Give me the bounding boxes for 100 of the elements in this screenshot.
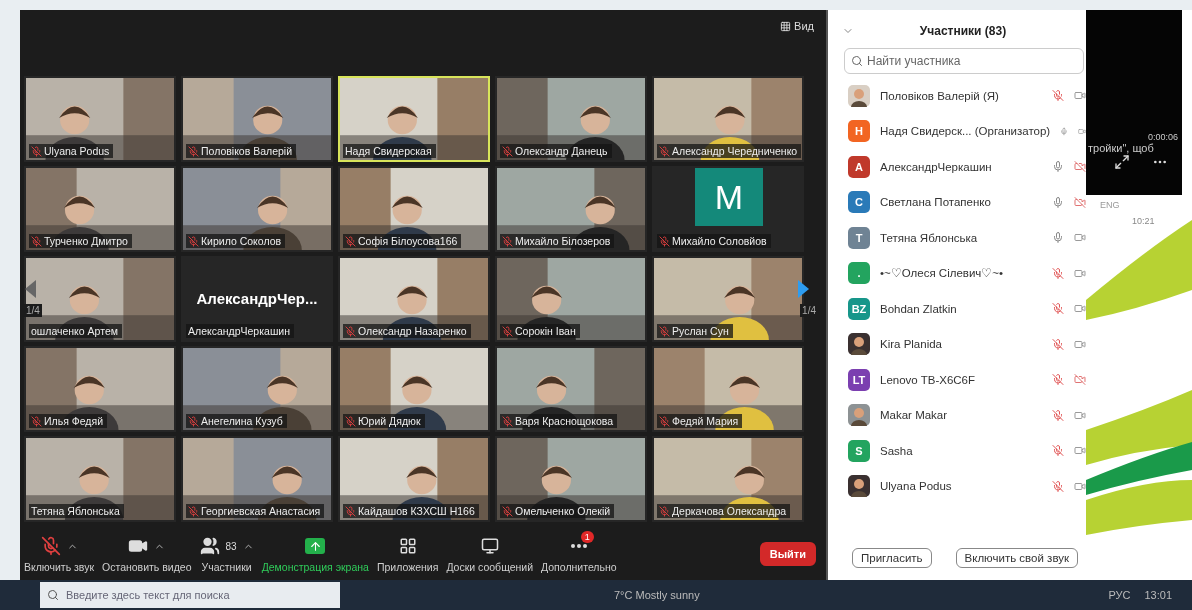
panel-title: Участники (83) — [918, 24, 1008, 38]
mic-off-icon — [659, 145, 670, 157]
avatar: C — [848, 191, 870, 214]
mic-off-icon — [502, 505, 513, 517]
mic-off-icon[interactable] — [1052, 266, 1065, 280]
participant-name: Makar Makar — [880, 409, 949, 422]
name-label: Тетяна Яблонська — [29, 504, 124, 518]
panel-button[interactable]: Пригласить — [852, 548, 932, 568]
toolbar-button[interactable]: 83 Участники — [195, 535, 258, 573]
mic-off-icon — [345, 505, 356, 517]
mic-off-icon — [31, 145, 42, 157]
page-indicator: 1/4 — [800, 304, 818, 317]
name-label: Ulyana Podus — [29, 144, 114, 158]
name-label: АлександрЧеркашин — [186, 324, 294, 338]
mic-icon[interactable] — [1052, 160, 1065, 174]
search-icon — [851, 55, 863, 67]
name-label: Турченко Дмитро — [29, 234, 132, 248]
mic-off-icon[interactable] — [1052, 302, 1065, 316]
toolbar-button[interactable]: Приложения — [372, 535, 443, 573]
name-label: Александр Чередниченко — [657, 144, 802, 158]
page-indicator: 1/4 — [24, 304, 42, 317]
mic-off-icon — [345, 415, 356, 427]
avatar: T — [848, 226, 870, 249]
name-label: Михайло Соловйов — [657, 234, 771, 248]
name-label: Деркачова Олександра — [657, 504, 791, 518]
name-label: Георгиевская Анастасия — [186, 504, 325, 518]
mic-off-icon — [188, 415, 199, 427]
leave-button[interactable]: Выйти — [759, 542, 816, 566]
share-screen-icon — [305, 538, 326, 554]
search-icon — [47, 589, 59, 601]
avatar: BZ — [848, 297, 870, 320]
participant-name: Bohdan Zlatkin — [880, 302, 958, 315]
clock-text: 10:21 — [1132, 216, 1155, 226]
mic-off-icon — [502, 325, 513, 337]
name-label: Олександр Данець — [500, 144, 612, 158]
mic-off-icon — [188, 505, 199, 517]
participant-name: Kira Planida — [880, 338, 943, 351]
participant-name: АлександрЧер... — [195, 290, 319, 307]
name-label: Половіков Валерій — [186, 144, 297, 158]
mic-off-icon — [502, 235, 513, 247]
toolbar-button[interactable]: Остановить видео — [98, 535, 196, 573]
clock-text: 13:01 — [1144, 589, 1172, 601]
name-label: Олександр Назаренко — [343, 324, 471, 338]
mic-off-icon — [659, 325, 670, 337]
avatar: H — [848, 120, 870, 143]
mic-off-icon — [31, 235, 42, 247]
participant-name: Надя Свидерск... (Организатор) — [880, 125, 1051, 138]
mic-off-icon — [40, 536, 61, 556]
toolbar-button[interactable]: Доски сообщений — [442, 535, 538, 573]
language-label: РУС — [1108, 589, 1131, 601]
board-icon — [480, 537, 499, 555]
avatar: S — [848, 439, 870, 462]
search-field[interactable]: Найти участника — [844, 48, 1084, 74]
name-label: Анегелина Кузуб — [186, 414, 287, 428]
avatar: M — [695, 168, 763, 226]
participant-name: Половіков Валерій (Я) — [880, 89, 1000, 102]
avatar: . — [848, 262, 870, 285]
language-label: ENG — [1100, 200, 1120, 210]
video-off-icon[interactable] — [1074, 373, 1086, 387]
name-label: Надя Свидерская — [343, 144, 436, 158]
mic-off-icon — [31, 415, 42, 427]
grid-icon — [780, 20, 792, 32]
taskbar-search-field[interactable]: Введите здесь текст для поиска — [40, 582, 340, 608]
name-label: Федяй Мария — [657, 414, 743, 428]
mic-off-icon[interactable] — [1052, 337, 1065, 351]
participant-name: Ulyana Podus — [880, 480, 953, 493]
mic-off-icon[interactable] — [1052, 373, 1065, 387]
name-label: Юрий Дядюк — [343, 414, 425, 428]
name-label: Кирило Соколов — [186, 234, 286, 248]
mic-off-icon — [659, 505, 670, 517]
panel-button[interactable]: Включить свой звук — [955, 548, 1079, 568]
participant-name: Sasha — [880, 444, 914, 457]
name-label: Омельченко Олекій — [500, 504, 615, 518]
video-off-icon[interactable] — [1074, 160, 1086, 174]
mic-off-icon[interactable] — [1052, 444, 1065, 458]
weather-text: 7°C Mostly sunny — [614, 589, 700, 601]
video-off-icon[interactable] — [1074, 195, 1086, 209]
view-button[interactable]: Вид — [778, 18, 816, 34]
expand-icon[interactable] — [1114, 154, 1130, 170]
apps-icon — [398, 537, 417, 555]
name-label: Илья Федяй — [29, 414, 108, 428]
name-label: Руслан Сун — [657, 324, 733, 338]
toolbar-button[interactable]: Включить звук — [20, 535, 99, 573]
participant-name: Lenovo TB-X6C6F — [880, 373, 977, 386]
mic-off-icon — [345, 325, 356, 337]
participant-name: АлександрЧеркашин — [880, 160, 993, 173]
mic-off-icon[interactable] — [1052, 479, 1065, 493]
mic-off-icon[interactable] — [1052, 408, 1065, 422]
video-overlay: 0:00:06 тройки", щоб — [1086, 10, 1182, 195]
participant-name: •~♡Олеся Сілевич♡~• — [880, 266, 1005, 281]
mic-off-icon[interactable] — [1052, 89, 1065, 103]
name-label: Кайдашов КЗХСШ Н166 — [343, 504, 479, 518]
mic-icon[interactable] — [1052, 195, 1065, 209]
name-label: ошлаченко Артем — [29, 324, 122, 338]
mic-icon[interactable] — [1052, 231, 1065, 245]
mic-off-icon — [345, 235, 356, 247]
participant-name: Тетяна Яблонська — [880, 231, 979, 244]
toolbar-button[interactable]: Демонстрация экрана — [257, 535, 373, 573]
mic-off-icon — [188, 235, 199, 247]
avatar: A — [848, 155, 870, 178]
